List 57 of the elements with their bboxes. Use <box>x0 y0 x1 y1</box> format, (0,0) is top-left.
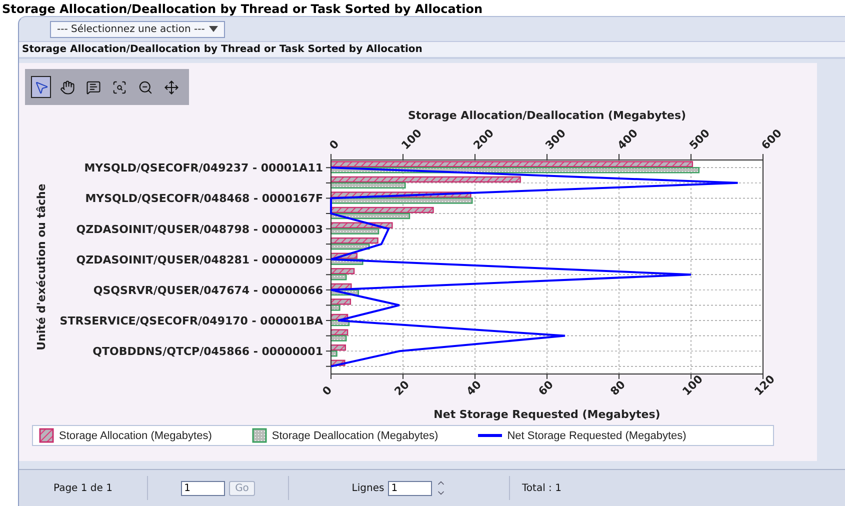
section-header: Storage Allocation/Deallocation by Thread or Task Sorted by Allocation <box>19 41 845 59</box>
deallocation-bar <box>330 350 338 357</box>
deallocation-bar <box>330 228 380 234</box>
allocation-bar <box>330 252 358 259</box>
line-swatch-icon <box>478 434 502 437</box>
legend-label: Net Storage Requested (Megabytes) <box>507 430 686 442</box>
legend-label: Storage Allocation (Megabytes) <box>59 430 212 442</box>
category-label: MYSQLD/QSECOFR/048468 - 0000167F <box>85 192 323 206</box>
deallocation-bar <box>330 304 340 311</box>
category-label: QZDASOINIT/QUSER/048798 - 00000003 <box>76 222 323 236</box>
allocation-bar <box>330 298 352 305</box>
axis-tick-label: 20 <box>392 378 412 398</box>
category-label: QZDASOINIT/QUSER/048281 - 00000009 <box>76 253 323 266</box>
dotted-swatch-icon <box>252 428 267 443</box>
striped-swatch-icon <box>39 428 54 443</box>
axis-tick-label: 0 <box>320 384 335 398</box>
deallocation-bar <box>330 335 347 342</box>
allocation-bar <box>330 222 393 228</box>
page-title: Storage Allocation/Deallocation by Thread or Task Sorted by Allocation <box>1 1 484 16</box>
category-label: QTOBDDNS/QTCP/045866 - 00000001 <box>92 345 323 358</box>
axis-title: Net Storage Requested (Megabytes) <box>434 408 660 421</box>
deallocation-bar <box>330 320 350 326</box>
page-input[interactable]: 1 <box>181 480 226 496</box>
axis-tick-label: 60 <box>536 378 556 398</box>
deallocation-bar <box>330 274 347 280</box>
category-label: MYSQLD/QSECOFR/049237 - 00001A11 <box>84 162 323 175</box>
axis-title: Storage Allocation/Deallocation (Megabytes) <box>408 109 686 122</box>
allocation-bar <box>330 268 355 274</box>
deallocation-bar <box>330 258 364 265</box>
zoom-box-icon <box>112 80 126 94</box>
rows-input[interactable]: 1 <box>388 480 432 496</box>
allocation-bar <box>330 360 346 366</box>
axis-title: Unité d'exécution ou tâche <box>35 184 48 350</box>
total-count: Total : 1 <box>522 482 562 494</box>
allocation-bar <box>330 237 378 244</box>
category-label: QSQSRVR/QUSER/047674 - 00000066 <box>93 284 323 297</box>
caret-icon <box>208 26 218 32</box>
rows-label: Lignes <box>352 482 384 494</box>
action-dropdown[interactable]: --- Sélectionnez une action --- <box>50 20 225 38</box>
chart-tool-button[interactable] <box>31 76 51 98</box>
hand-icon <box>60 80 74 94</box>
deallocation-bar <box>330 289 359 296</box>
pointer-icon <box>34 80 48 94</box>
allocation-bar <box>330 314 348 320</box>
legend-label: Storage Deallocation (Megabytes) <box>272 430 438 442</box>
allocation-bar <box>330 283 352 290</box>
axis-tick-label: 80 <box>608 378 628 398</box>
speech-bubble-icon <box>86 80 100 94</box>
page-info: Page 1 de 1 <box>54 482 112 494</box>
move-icon <box>164 80 178 94</box>
axis-tick-label: 40 <box>464 378 484 398</box>
zoom-out-icon <box>138 80 152 94</box>
axis-tick-label: 0 <box>326 138 342 152</box>
allocation-bar <box>330 344 346 351</box>
allocation-bar <box>330 329 348 336</box>
deallocation-bar <box>330 243 370 250</box>
category-label: STRSERVICE/QSECOFR/049170 - 000001BA <box>60 314 323 328</box>
